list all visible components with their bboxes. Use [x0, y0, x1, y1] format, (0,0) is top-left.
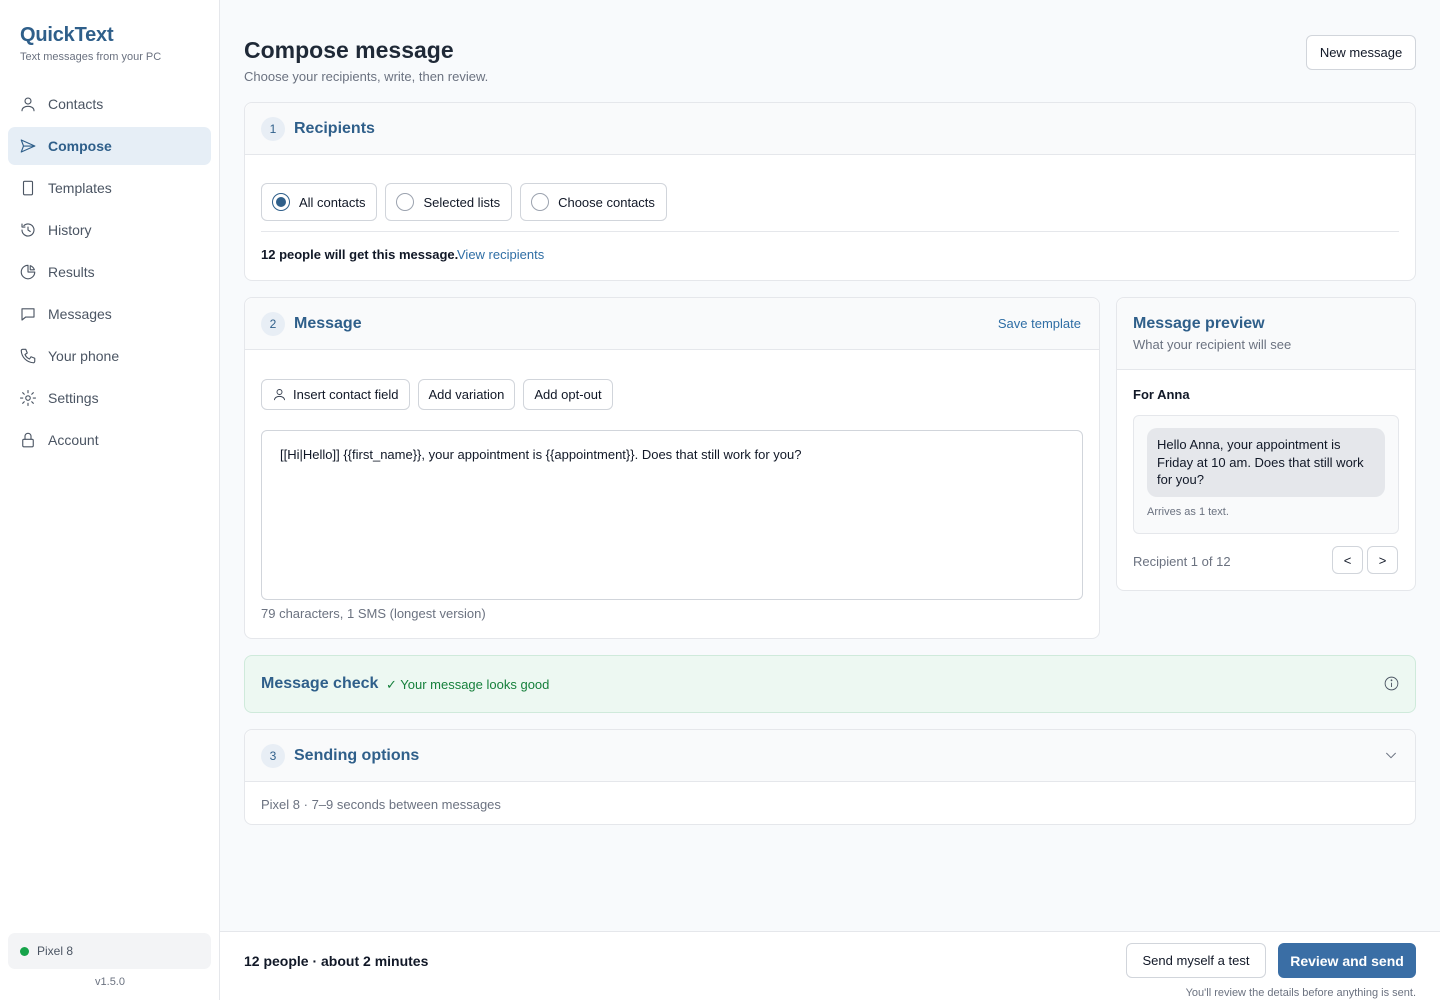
- sidebar-item-contacts[interactable]: Contacts: [8, 85, 211, 123]
- sidebar-item-templates[interactable]: Templates: [8, 169, 211, 207]
- preview-recipient-name: For Anna: [1133, 387, 1190, 402]
- sending-summary: Pixel 8 · 7–9 seconds between messages: [261, 797, 501, 812]
- lock-icon: [19, 431, 37, 449]
- phone-icon: [19, 347, 37, 365]
- page-subtitle: Choose your recipients, write, then revi…: [244, 69, 489, 84]
- sidebar-item-label: Templates: [48, 180, 112, 196]
- radio-label: Selected lists: [423, 194, 501, 210]
- history-icon: [19, 221, 37, 239]
- action-bar: 12 people · about 2 minutes Send myself …: [220, 931, 1440, 1000]
- message-bubble: Hello Anna, your appointment is Friday a…: [1147, 428, 1385, 497]
- sending-options-header[interactable]: 3 Sending options: [245, 730, 1415, 782]
- send-summary: 12 people · about 2 minutes: [244, 953, 429, 969]
- sidebar-item-label: Your phone: [48, 348, 120, 364]
- radio-unchecked-icon: [531, 193, 550, 211]
- sidebar-item-history[interactable]: History: [8, 211, 211, 249]
- sidebar-item-settings[interactable]: Settings: [8, 379, 211, 417]
- save-template-link[interactable]: Save template: [998, 316, 1081, 331]
- step-badge: 3: [261, 743, 285, 768]
- preview-title: Message preview: [1133, 315, 1265, 332]
- sidebar-item-label: Results: [48, 264, 95, 280]
- step-badge: 2: [261, 311, 285, 336]
- device-name: Pixel 8: [37, 944, 74, 958]
- message-toolbar: Insert contact field Add variation Add o…: [261, 379, 613, 410]
- sidebar-item-results[interactable]: Results: [8, 253, 211, 291]
- new-message-button[interactable]: New message: [1306, 35, 1416, 70]
- radio-unchecked-icon: [396, 193, 415, 211]
- divider: [261, 231, 1399, 232]
- document-icon: [19, 179, 37, 197]
- segment-info: Arrives as 1 text.: [1147, 506, 1229, 518]
- app-version: v1.5.0: [95, 976, 125, 988]
- send-icon: [19, 137, 37, 155]
- sending-options-card[interactable]: 3 Sending options Pixel 8 · 7–9 seconds …: [244, 729, 1416, 825]
- status-dot-icon: [20, 946, 29, 956]
- main-content: Compose message Choose your recipients, …: [220, 0, 1440, 1000]
- step-badge: 1: [261, 116, 285, 141]
- app-tagline: Text messages from your PC: [20, 51, 162, 63]
- recipient-count: 12 people will get this message.: [261, 247, 459, 262]
- message-textarea[interactable]: [[Hi|Hello]] {{first_name}}, your appoin…: [261, 430, 1083, 600]
- message-preview-card: Message preview What your recipient will…: [1116, 297, 1416, 591]
- recipients-card: 1 Recipients All contacts Selected lists…: [244, 102, 1416, 281]
- device-status[interactable]: Pixel 8: [8, 933, 211, 969]
- add-variation-button[interactable]: Add variation: [417, 379, 516, 410]
- character-count: 79 characters, 1 SMS (longest version): [261, 606, 486, 621]
- previous-recipient-button[interactable]: <: [1332, 546, 1363, 574]
- add-opt-out-button[interactable]: Add opt-out: [523, 379, 613, 410]
- message-check-status: ✓ Your message looks good: [386, 677, 550, 692]
- radio-label: Choose contacts: [558, 194, 655, 210]
- gear-icon: [19, 389, 37, 407]
- radio-selected-lists[interactable]: Selected lists: [385, 183, 513, 221]
- radio-label: All contacts: [299, 194, 366, 210]
- review-and-send-button[interactable]: Review and send: [1278, 943, 1416, 978]
- section-title: Sending options: [294, 746, 420, 764]
- sidebar-item-messages[interactable]: Messages: [8, 295, 211, 333]
- info-icon[interactable]: [1383, 675, 1400, 692]
- message-check-panel: Message check ✓ Your message looks good: [244, 655, 1416, 713]
- preview-subtitle: What your recipient will see: [1133, 337, 1292, 352]
- sidebar-item-label: Contacts: [48, 96, 104, 112]
- radio-checked-icon: [272, 193, 290, 211]
- radio-all-contacts[interactable]: All contacts: [261, 183, 378, 221]
- page-title: Compose message: [244, 37, 454, 63]
- message-card: 2 Message Save template Insert contact f…: [244, 297, 1100, 639]
- person-icon: [274, 389, 285, 401]
- sidebar-item-label: Messages: [48, 306, 112, 322]
- app-name: QuickText: [20, 24, 114, 46]
- preview-phone: Hello Anna, your appointment is Friday a…: [1133, 415, 1399, 534]
- section-title: Message: [294, 314, 362, 332]
- insert-contact-field-button[interactable]: Insert contact field: [261, 379, 410, 410]
- pie-chart-icon: [19, 263, 37, 281]
- brand: QuickText Text messages from your PC: [20, 24, 161, 63]
- preview-header: Message preview What your recipient will…: [1117, 298, 1415, 370]
- sidebar-item-label: Compose: [48, 138, 112, 154]
- sidebar: QuickText Text messages from your PC Con…: [0, 0, 220, 1000]
- section-title: Recipients: [294, 119, 375, 137]
- sidebar-item-label: History: [48, 222, 92, 238]
- message-check-title: Message check: [261, 675, 379, 692]
- recipient-options: All contacts Selected lists Choose conta…: [261, 183, 667, 221]
- sidebar-item-account[interactable]: Account: [8, 421, 211, 459]
- sidebar-item-your-phone[interactable]: Your phone: [8, 337, 211, 375]
- chevron-down-icon[interactable]: [1383, 747, 1399, 763]
- next-recipient-button[interactable]: >: [1367, 546, 1398, 574]
- chat-icon: [19, 305, 37, 323]
- footer-note: You'll review the details before anythin…: [1185, 987, 1416, 999]
- sidebar-nav: Contacts Compose Templates History Resul…: [8, 85, 211, 463]
- sidebar-item-label: Account: [48, 432, 99, 448]
- sidebar-item-label: Settings: [48, 390, 99, 406]
- radio-choose-contacts[interactable]: Choose contacts: [520, 183, 667, 221]
- message-header: 2 Message Save template: [245, 298, 1099, 350]
- sidebar-item-compose[interactable]: Compose: [8, 127, 211, 165]
- send-test-button[interactable]: Send myself a test: [1126, 943, 1266, 978]
- button-label: Insert contact field: [293, 387, 399, 402]
- recipient-position: Recipient 1 of 12: [1133, 554, 1231, 569]
- recipients-header: 1 Recipients: [245, 103, 1415, 155]
- view-recipients-link[interactable]: View recipients: [457, 247, 544, 262]
- person-icon: [19, 95, 37, 113]
